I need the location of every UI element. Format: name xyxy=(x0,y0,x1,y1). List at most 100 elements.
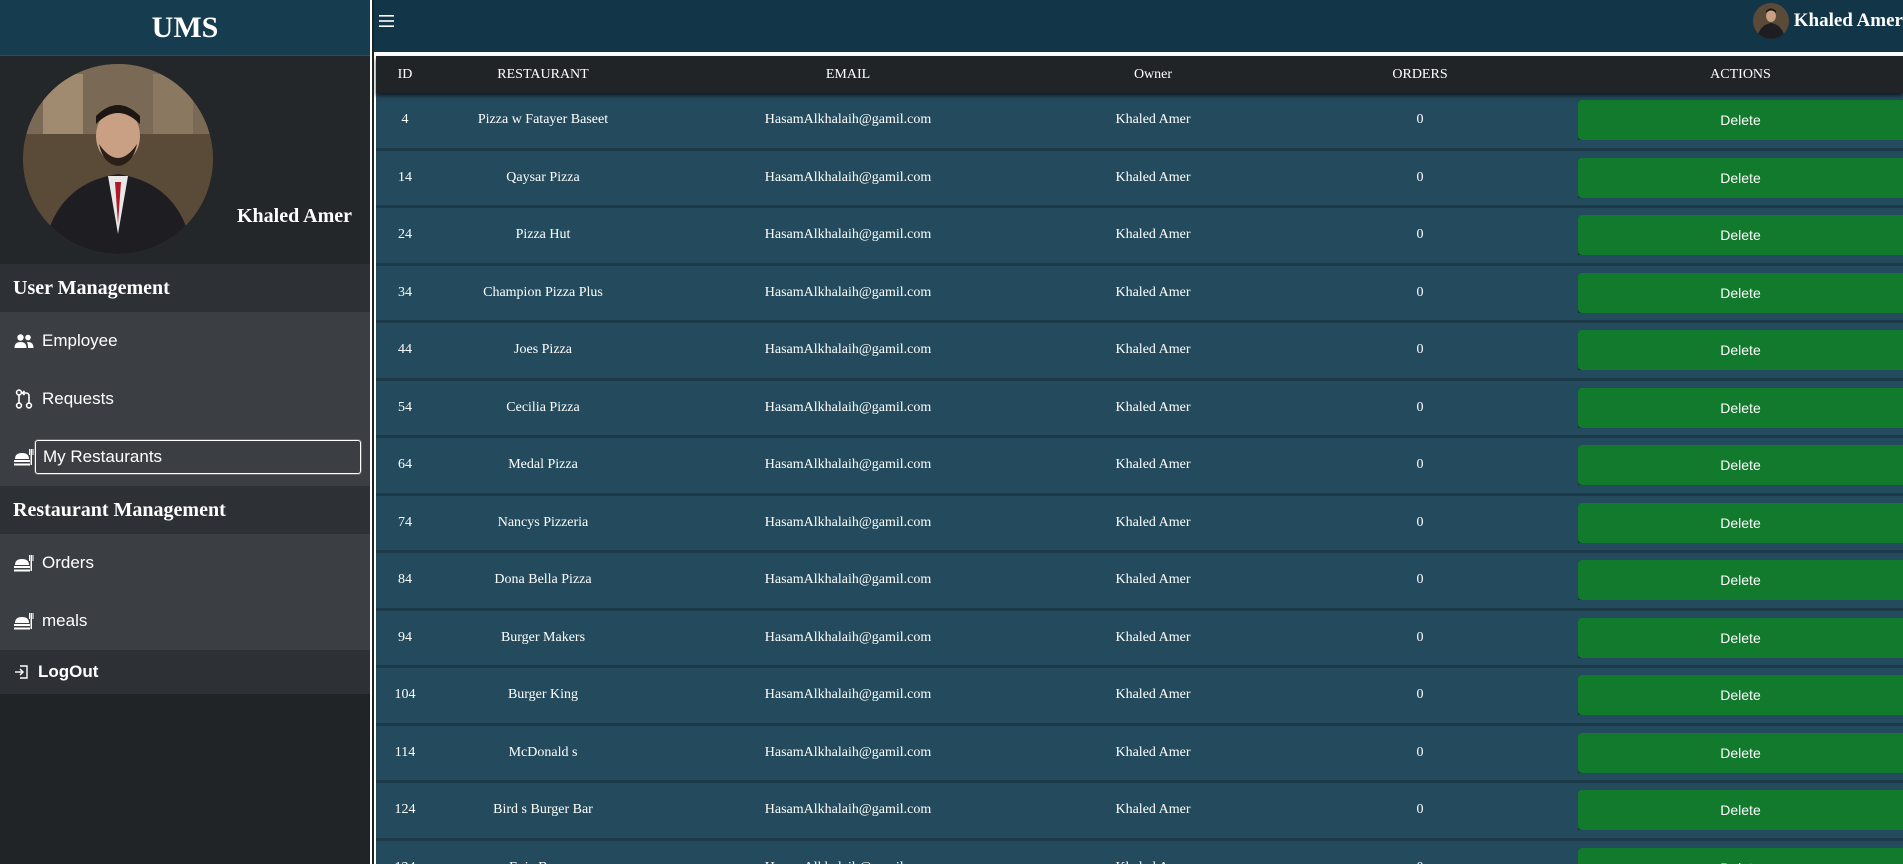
restaurant-icon xyxy=(14,553,34,573)
cell-id: 64 xyxy=(398,457,412,473)
cell-restaurant: Epic Burger xyxy=(434,860,652,864)
sidebar: UMS Khaled Amer User Management Employee… xyxy=(0,0,372,864)
cell-orders: 0 xyxy=(1416,802,1424,818)
cell-restaurant: McDonald s xyxy=(508,744,578,760)
cell-restaurant: Pizza w Fatayer Baseet xyxy=(477,112,609,128)
cell-id: 24 xyxy=(398,227,412,243)
table-row: 114 McDonald s HasamAlkhalaih@gamil.com Kha… xyxy=(376,725,1903,783)
profile-name: Khaled Amer xyxy=(237,205,352,227)
cell-owner: Khaled Amer xyxy=(1115,169,1191,185)
cell-restaurant: Cecilia Pizza xyxy=(506,399,580,415)
delete-button[interactable]: Delete xyxy=(1578,272,1903,313)
delete-button[interactable]: Delete xyxy=(1578,847,1903,864)
cell-email: HasamAlkhalaih@gamil.com xyxy=(764,514,932,530)
cell-restaurant: Burger Makers xyxy=(500,629,586,645)
cell-owner: Khaled Amer xyxy=(1115,284,1191,300)
app-title: UMS xyxy=(0,0,370,56)
user-menu[interactable]: Khaled Amer xyxy=(1752,3,1903,39)
cell-orders: 0 xyxy=(1416,169,1424,185)
restaurant-management-menu: Orders meals xyxy=(0,534,370,650)
logout-label: LogOut xyxy=(38,662,99,681)
cell-owner: Khaled Amer xyxy=(1115,802,1191,818)
delete-button[interactable]: Delete xyxy=(1578,560,1903,601)
table-header: ID RESTAURANT EMAIL Owner ORDERS ACTIONS xyxy=(376,56,1903,93)
delete-button[interactable]: Delete xyxy=(1578,445,1903,486)
cell-owner: Khaled Amer xyxy=(1115,687,1191,703)
table-row: 44 Joes Pizza HasamAlkhalaih@gamil.com Khal… xyxy=(376,323,1903,381)
column-header-email: EMAIL xyxy=(825,66,871,82)
column-header-id: ID xyxy=(397,66,413,82)
cell-email: HasamAlkhalaih@gamil.com xyxy=(764,284,932,300)
cell-actions: Delete xyxy=(1578,732,1903,773)
delete-button[interactable]: Delete xyxy=(1578,675,1903,716)
cell-owner: Khaled Amer xyxy=(1115,572,1191,588)
delete-button[interactable]: Delete xyxy=(1578,330,1903,371)
cell-owner: Khaled Amer xyxy=(1115,399,1191,415)
table-row: 64 Medal Pizza HasamAlkhalaih@gamil.com Kha… xyxy=(376,438,1903,496)
cell-owner: Khaled Amer xyxy=(1115,629,1191,645)
cell-id: 94 xyxy=(398,629,412,645)
cell-actions: Delete xyxy=(1578,100,1903,141)
cell-id: 114 xyxy=(394,744,416,760)
avatar xyxy=(1752,3,1789,39)
cell-email: HasamAlkhalaih@gamil.com xyxy=(764,572,932,588)
sidebar-item-orders[interactable]: Orders xyxy=(0,534,370,592)
profile-photo xyxy=(23,64,213,254)
cell-owner: Khaled Amer xyxy=(1115,342,1191,358)
sidebar-item-meals[interactable]: meals xyxy=(0,592,370,650)
cell-owner: Khaled Amer xyxy=(1115,227,1191,243)
cell-restaurant: Qaysar Pizza xyxy=(506,169,580,185)
delete-button[interactable]: Delete xyxy=(1578,387,1903,428)
delete-button[interactable]: Delete xyxy=(1578,502,1903,543)
cell-actions: Delete xyxy=(1578,560,1903,601)
avatar xyxy=(23,64,213,254)
top-bar: Khaled Amer xyxy=(374,0,1903,52)
sidebar-item-my-restaurants[interactable]: My Restaurants xyxy=(0,428,370,486)
table-row: 54 Cecilia Pizza HasamAlkhalaih@gamil.com K… xyxy=(376,380,1903,438)
delete-button[interactable]: Delete xyxy=(1578,215,1903,256)
main-content: ID RESTAURANT EMAIL Owner ORDERS ACTIONS… xyxy=(374,52,1903,864)
cell-actions: Delete xyxy=(1578,445,1903,486)
cell-restaurant: Burger King xyxy=(507,687,579,703)
cell-actions: Delete xyxy=(1578,790,1903,831)
cell-id: 134 xyxy=(376,860,434,864)
users-icon xyxy=(14,331,34,351)
sidebar-item-employee[interactable]: Employee xyxy=(0,312,370,370)
table-row: 14 Qaysar Pizza HasamAlkhalaih@gamil.com Kh… xyxy=(376,150,1903,208)
cell-orders: 0 xyxy=(1416,399,1424,415)
table-row: 104 Burger King HasamAlkhalaih@gamil.com Kh… xyxy=(376,668,1903,726)
delete-button[interactable]: Delete xyxy=(1578,157,1903,198)
profile-card: Khaled Amer xyxy=(0,56,370,264)
cell-email: HasamAlkhalaih@gamil.com xyxy=(764,227,932,243)
cell-orders: 0 xyxy=(1416,687,1424,703)
restaurant-icon xyxy=(14,447,34,467)
delete-button[interactable]: Delete xyxy=(1578,100,1903,141)
cell-actions: Delete xyxy=(1578,387,1903,428)
table-row: 94 Burger Makers HasamAlkhalaih@gamil.com K… xyxy=(376,610,1903,668)
cell-id: 14 xyxy=(398,169,412,185)
cell-orders: 0 xyxy=(1416,572,1424,588)
cell-restaurant: Joes Pizza xyxy=(514,342,572,358)
delete-button[interactable]: Delete xyxy=(1578,617,1903,658)
sidebar-item-label: Requests xyxy=(42,389,114,408)
cell-actions: Delete xyxy=(1578,675,1903,716)
cell-email: HasamAlkhalaih@gamil.com xyxy=(764,342,932,358)
cell-email: HasamAlkhalaih@gamil.com xyxy=(764,744,932,760)
cell-id: 34 xyxy=(398,284,412,300)
delete-button[interactable]: Delete xyxy=(1578,732,1903,773)
cell-orders: 0 xyxy=(1416,514,1424,530)
delete-button[interactable]: Delete xyxy=(1578,790,1903,831)
cell-owner: Khaled Amer xyxy=(1044,860,1262,864)
cell-orders: 0 xyxy=(1416,342,1424,358)
hamburger-menu-icon[interactable] xyxy=(378,13,398,33)
section-title-user-management: User Management xyxy=(0,264,370,312)
column-header-restaurant: RESTAURANT xyxy=(497,66,589,82)
sidebar-item-label: Employee xyxy=(42,331,118,350)
sidebar-item-requests[interactable]: Requests xyxy=(0,370,370,428)
section-title-restaurant-management: Restaurant Management xyxy=(0,486,370,534)
cell-restaurant: Pizza Hut xyxy=(515,227,571,243)
logout-button[interactable]: LogOut xyxy=(0,650,370,694)
cell-orders: 0 xyxy=(1416,112,1424,128)
sidebar-item-label: My Restaurants xyxy=(35,440,361,474)
column-header-actions: ACTIONS xyxy=(1710,66,1771,82)
